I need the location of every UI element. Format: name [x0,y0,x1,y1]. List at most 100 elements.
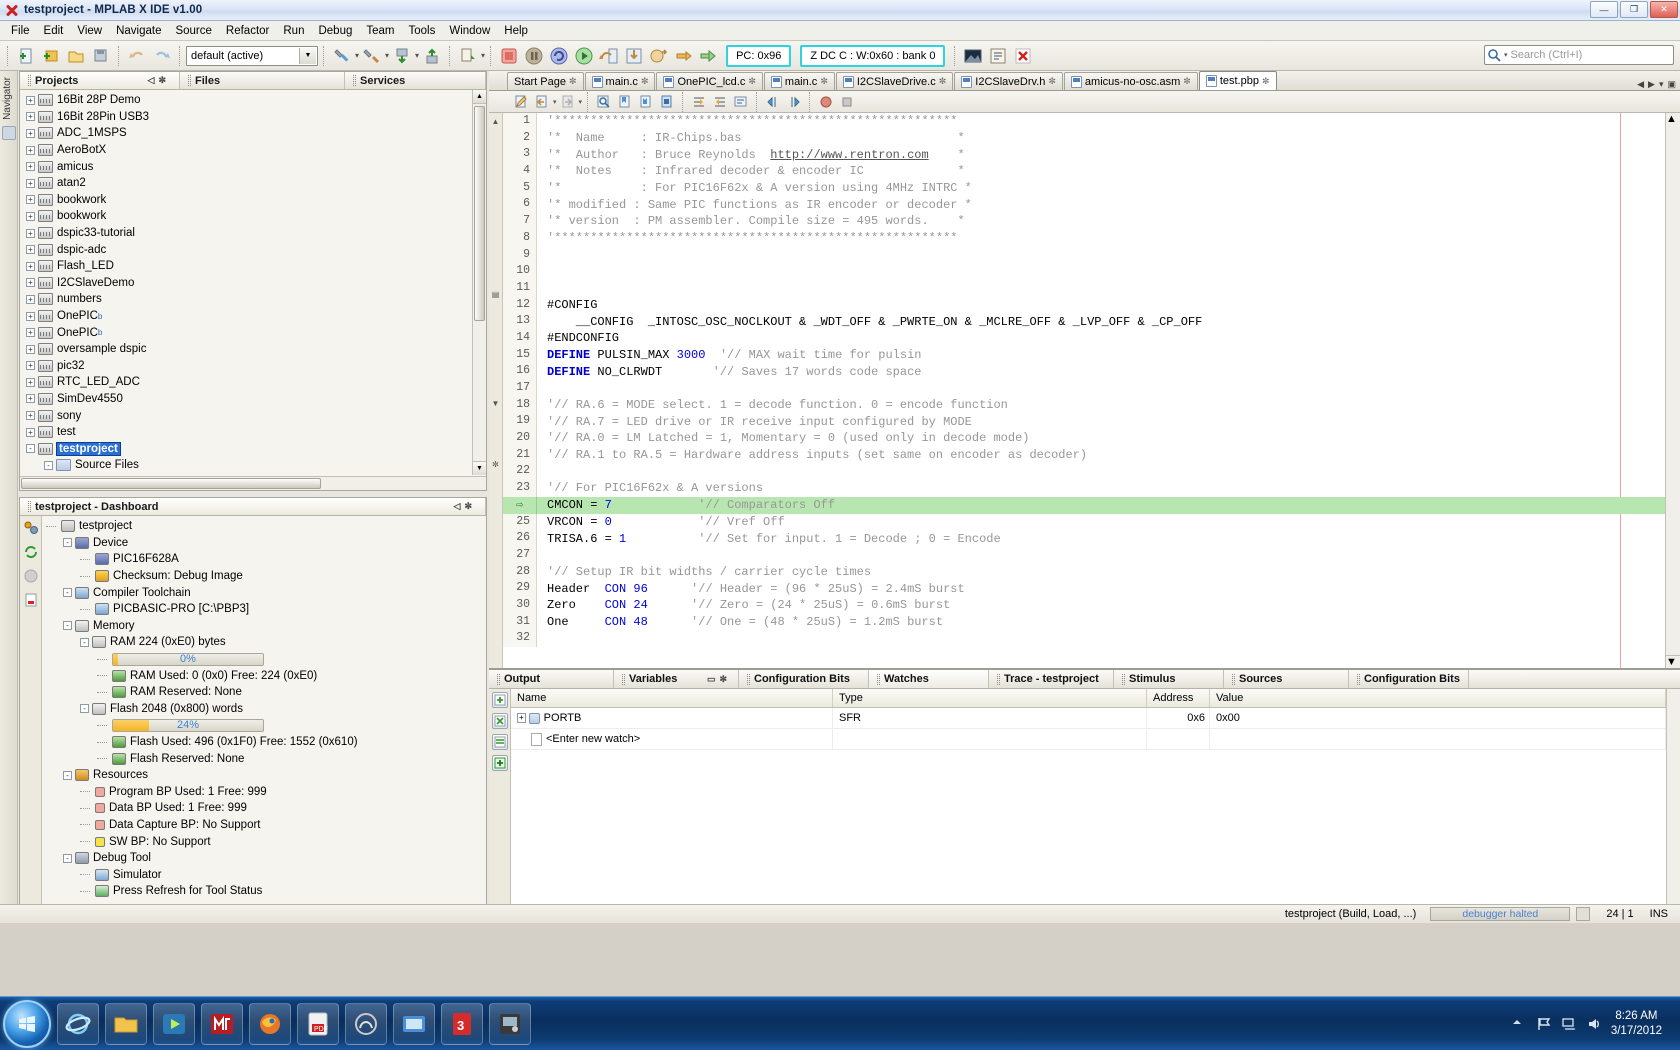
editor-tab-amicus-no-osc-asm[interactable]: amicus-no-osc.asm✼ [1064,72,1198,90]
collapse-icon[interactable]: - [26,444,35,453]
delete-watch-icon[interactable] [492,713,508,729]
dashboard-tree-item[interactable]: PICBASIC-PRO [C:\PBP3] [42,601,486,618]
explorer2-icon[interactable] [393,1003,435,1045]
editor-tab-onepic-lcd-c[interactable]: OnePIC_lcd.c✼ [656,72,762,90]
code-line[interactable]: 30Zero CON 24 '// Zero = (24 * 25uS) = 0… [503,597,1665,614]
project-tree-item[interactable]: +pic32 [20,358,486,375]
minimize-window-icon[interactable]: ◁ [454,501,461,512]
chevron-down-icon[interactable]: ▾ [385,51,389,60]
clock[interactable]: 8:26 AM 3/17/2012 [1611,1009,1672,1039]
code-line[interactable]: 31One CON 48 '// One = (48 * 25uS) = 1.2… [503,614,1665,631]
project-tree-item[interactable]: +amicus [20,158,486,175]
status-indicator-icon[interactable] [1576,907,1590,921]
memory-view-icon[interactable] [961,44,985,68]
close-icon[interactable]: ✼ [464,501,472,512]
expand-icon[interactable]: + [26,229,35,238]
collapse-icon[interactable]: - [63,854,72,863]
code-line[interactable]: 19'// RA.7 = LED drive or IR receive inp… [503,413,1665,430]
chevron-down-icon[interactable]: ▾ [1504,51,1508,59]
expand-icon[interactable]: + [26,129,35,138]
bottom-tab-configuration-bits[interactable]: Configuration Bits [1349,670,1469,688]
mplab-icon[interactable] [201,1003,243,1045]
collapse-icon[interactable]: - [80,704,89,713]
next-bookmark-icon[interactable] [636,93,656,111]
column-header-value[interactable]: Value [1210,689,1666,707]
code-line[interactable]: 26TRISA.6 = 1 '// Set for input. 1 = Dec… [503,530,1665,547]
scroll-up-icon[interactable]: ▲ [1666,113,1680,125]
chevron-down-icon[interactable]: ▼ [299,48,316,64]
code-line[interactable]: 7'* version : PM assembler. Compile size… [503,213,1665,230]
project-tree-item[interactable]: +dspic33-tutorial [20,225,486,242]
code-line[interactable]: 21'// RA.1 to RA.5 = Hardware address in… [503,447,1665,464]
menu-source[interactable]: Source [168,23,218,39]
back-icon[interactable] [532,93,552,111]
code-line[interactable]: 8'**************************************… [503,230,1665,247]
undo-icon[interactable] [125,44,149,68]
code-line[interactable]: 22 [503,463,1665,480]
toggle-breakpoint-icon[interactable] [816,93,836,111]
projects-horizontal-scrollbar[interactable] [20,476,486,490]
network-flag-icon[interactable] [1536,1016,1552,1032]
menu-edit[interactable]: Edit [37,23,71,39]
editor-tab-main-c[interactable]: main.c✼ [764,72,835,90]
menu-view[interactable]: View [70,23,109,39]
code-editor[interactable]: ▲ ▤ ▼ ✼ 1'******************************… [489,113,1680,669]
close-icon[interactable]: ✼ [569,76,577,87]
code-line[interactable]: 9 [503,247,1665,264]
network-icon[interactable] [1561,1016,1577,1032]
open-project-icon[interactable] [64,44,88,68]
menu-debug[interactable]: Debug [311,23,359,39]
scrollbar-thumb[interactable] [21,478,321,489]
dashboard-tree-item[interactable]: RAM Used: 0 (0x0) Free: 224 (0xE0) [42,667,486,684]
dashboard-tree-item[interactable]: PIC16F628A [42,551,486,568]
project-tree-item[interactable]: +OnePICb [20,324,486,341]
pause-icon[interactable] [522,44,546,68]
code-line[interactable]: 17 [503,380,1665,397]
code-line[interactable]: 32 [503,630,1665,647]
bottom-tab-output[interactable]: Output [489,670,614,688]
close-icon[interactable]: ✼ [1048,76,1056,87]
expand-icon[interactable]: + [26,312,35,321]
project-tree-item[interactable]: +bookwork [20,192,486,209]
menu-help[interactable]: Help [497,23,535,39]
project-tree-item[interactable]: +I2CSlaveDemo [20,275,486,292]
code-line[interactable]: 14#ENDCONFIG [503,330,1665,347]
code-line[interactable]: 23'// For PIC16F62x & A versions [503,480,1665,497]
previous-bookmark-icon[interactable] [615,93,635,111]
stop-icon[interactable] [837,93,857,111]
project-tree-item[interactable]: +16Bit 28P Demo [20,92,486,109]
watches-vertical-scrollbar[interactable] [1666,689,1680,923]
project-tree-item[interactable]: +Flash_LED [20,258,486,275]
expand-icon[interactable]: + [26,112,35,121]
new-watch-placeholder[interactable]: <Enter new watch> [546,733,640,745]
menu-run[interactable]: Run [276,23,311,39]
project-tree-item[interactable]: +OnePICb [20,308,486,325]
scrollbar-thumb[interactable] [474,106,485,321]
expand-icon[interactable]: + [26,378,35,387]
dashboard-tree-item[interactable]: -Flash 2048 (0x800) words [42,701,486,718]
expand-icon[interactable]: + [26,394,35,403]
expand-icon[interactable]: + [26,328,35,337]
navigator-label[interactable]: Navigator [2,77,13,120]
previous-error-icon[interactable] [763,93,783,111]
project-tree-item[interactable]: +ADC_1MSPS [20,125,486,142]
datasheet-pdf-icon[interactable] [23,592,39,608]
redo-icon[interactable] [150,44,174,68]
project-tree-item[interactable]: +16Bit 28Pin USB3 [20,109,486,126]
step-over-icon[interactable] [597,44,621,68]
save-all-icon[interactable] [89,44,113,68]
collapse-icon[interactable]: - [63,771,72,780]
code-line[interactable]: 28'// Setup IR bit widths / carrier cycl… [503,564,1665,581]
project-tree-item[interactable]: +AeroBotX [20,142,486,159]
expand-icon[interactable]: + [26,262,35,271]
code-line[interactable]: 2'* Name : IR-Chips.bas * [503,130,1665,147]
minimize-window-icon[interactable]: ◁ [148,75,155,86]
close-icon[interactable]: ✼ [820,76,828,87]
show-hidden-icon[interactable] [1511,1016,1527,1032]
dashboard-tree-item[interactable]: Press Refresh for Tool Status [42,883,486,900]
dashboard-tree-item[interactable]: Flash Reserved: None [42,750,486,767]
scrollbar-thumb[interactable] [1667,129,1679,449]
column-header-type[interactable]: Type [833,689,1147,707]
bottom-tab-configuration-bits[interactable]: Configuration Bits [739,670,869,688]
code-lines-container[interactable]: 1'**************************************… [503,113,1665,668]
